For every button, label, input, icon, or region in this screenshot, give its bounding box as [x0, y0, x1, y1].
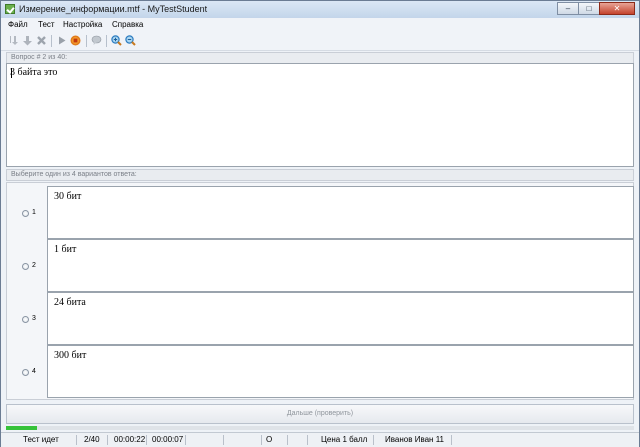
zoom-out-icon[interactable] — [125, 35, 136, 46]
toolbar-separator — [106, 35, 107, 47]
maximize-icon: □ — [586, 4, 592, 13]
status-mark: О — [266, 435, 273, 444]
option-text: 24 бита — [54, 297, 86, 308]
option-box-3[interactable]: 24 бита — [47, 292, 634, 345]
chat-icon[interactable] — [91, 35, 102, 46]
close-icon: ✕ — [613, 4, 621, 13]
status-divider — [373, 435, 374, 445]
status-time-total: 00:00:22 — [114, 435, 146, 444]
arrow-down-small-icon[interactable] — [8, 35, 19, 46]
option-text: 300 бит — [54, 350, 87, 361]
status-divider — [146, 435, 147, 445]
window-title: Измерение_информации.mtf - MyTestStudent — [19, 4, 208, 14]
status-divider — [107, 435, 108, 445]
toolbar-separator — [51, 35, 52, 47]
status-time-question: 00:00:07 — [152, 435, 184, 444]
menu-help[interactable]: Справка — [112, 20, 143, 29]
toolbar-separator — [86, 35, 87, 47]
text-caret — [11, 68, 12, 78]
menu-test[interactable]: Тест — [38, 20, 55, 29]
option-box-2[interactable]: 1 бит — [47, 239, 634, 292]
question-panel: 3 байта это — [6, 63, 634, 167]
answers-header: Выберите один из 4 вариантов ответа: — [6, 169, 634, 181]
option-number: 3 — [32, 315, 36, 322]
toolbar — [1, 32, 639, 51]
option-radio-3[interactable] — [22, 316, 29, 323]
status-divider — [307, 435, 308, 445]
question-text: 3 байта это — [10, 67, 58, 78]
minimize-icon: – — [565, 4, 571, 13]
answers-panel: 1 30 бит 2 1 бит 3 24 бита 4 300 бит — [6, 182, 634, 400]
option-box-4[interactable]: 300 бит — [47, 345, 634, 398]
title-bar: Измерение_информации.mtf - MyTestStudent… — [1, 1, 639, 18]
progress-fill — [6, 426, 38, 430]
option-radio-4[interactable] — [22, 369, 29, 376]
status-price: Цена 1 балл — [321, 435, 368, 444]
status-divider — [287, 435, 288, 445]
option-number: 1 — [32, 209, 36, 216]
status-divider — [261, 435, 262, 445]
maximize-button[interactable]: □ — [578, 2, 600, 15]
menu-file[interactable]: Файл — [8, 20, 28, 29]
minimize-button[interactable]: – — [557, 2, 579, 15]
status-bar: Тест идет 2/40 00:00:22 00:00:07 О Цена … — [1, 432, 639, 447]
option-radio-2[interactable] — [22, 263, 29, 270]
status-divider — [451, 435, 452, 445]
close-button[interactable]: ✕ — [599, 2, 635, 15]
option-text: 30 бит — [54, 191, 82, 202]
option-radio-1[interactable] — [22, 210, 29, 217]
option-number: 2 — [32, 262, 36, 269]
status-student: Иванов Иван 11 — [385, 435, 445, 444]
zoom-in-icon[interactable] — [111, 35, 122, 46]
status-divider — [185, 435, 186, 445]
next-check-button[interactable]: Дальше (проверить) — [6, 404, 634, 424]
option-box-1[interactable]: 30 бит — [47, 186, 634, 239]
window-controls: – □ ✕ — [557, 2, 635, 16]
status-state: Тест идет — [23, 435, 59, 444]
app-window: Измерение_информации.mtf - MyTestStudent… — [0, 0, 640, 447]
delete-icon[interactable] — [36, 35, 47, 46]
menu-settings[interactable]: Настройка — [63, 20, 102, 29]
arrow-down-icon[interactable] — [22, 35, 33, 46]
option-number: 4 — [32, 368, 36, 375]
status-divider — [76, 435, 77, 445]
app-icon — [5, 4, 15, 14]
status-question-count: 2/40 — [84, 435, 100, 444]
progress-bar — [6, 426, 634, 430]
stop-icon[interactable] — [70, 35, 81, 46]
menu-bar: Файл Тест Настройка Справка — [1, 18, 639, 32]
option-text: 1 бит — [54, 244, 77, 255]
status-divider — [223, 435, 224, 445]
play-icon[interactable] — [56, 35, 67, 46]
